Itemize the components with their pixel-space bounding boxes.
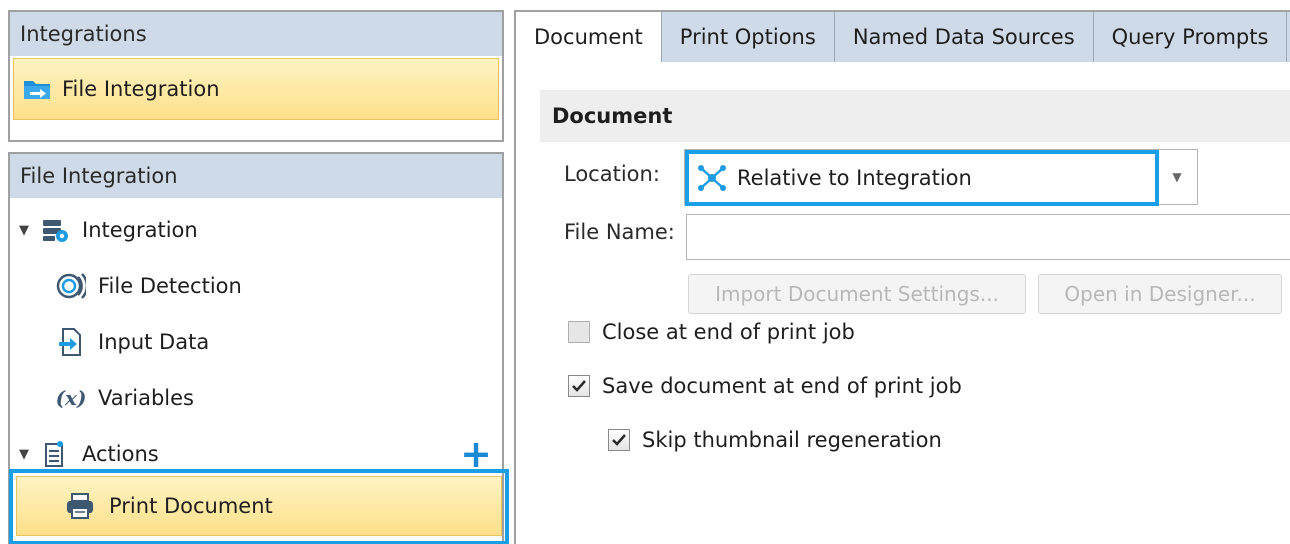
tree-header: File Integration <box>10 154 502 198</box>
tab-print-options[interactable]: Print Options <box>662 12 835 62</box>
section-title: Document <box>540 90 1290 142</box>
integrations-panel: Integrations File Integration <box>8 10 504 142</box>
tab-query-prompts[interactable]: Query Prompts <box>1094 12 1288 62</box>
tree-item-label: Input Data <box>98 330 210 354</box>
tree-item-variables[interactable]: (x) Variables <box>10 370 194 426</box>
checkbox-label: Save document at end of print job <box>602 374 962 398</box>
properties-panel: Document Print Options Named Data Source… <box>514 10 1290 544</box>
file-integration-tree: File Integration ▼ Integration File Dete… <box>8 152 509 544</box>
close-at-end-checkbox-row[interactable]: Close at end of print job <box>568 320 855 344</box>
tree-item-label: Actions <box>82 442 159 466</box>
skip-thumbnail-checkbox[interactable] <box>608 429 630 451</box>
tree-item-integration[interactable]: ▼ Integration <box>10 202 198 258</box>
close-at-end-checkbox[interactable] <box>568 321 590 343</box>
integrations-header: Integrations <box>10 12 502 56</box>
caret-down-icon[interactable]: ▼ <box>10 223 38 238</box>
location-value-text: Relative to Integration <box>737 166 972 190</box>
tab-strip: Document Print Options Named Data Source… <box>516 12 1290 62</box>
import-document-settings-button[interactable]: Import Document Settings... <box>688 274 1026 314</box>
dropdown-arrow-icon[interactable]: ▼ <box>1157 150 1197 204</box>
checkmark-icon <box>572 380 586 392</box>
save-document-checkbox-row[interactable]: Save document at end of print job <box>568 374 962 398</box>
input-data-icon <box>54 327 88 357</box>
tree-item-input-data[interactable]: Input Data <box>10 314 209 370</box>
open-in-designer-button[interactable]: Open in Designer... <box>1038 274 1282 314</box>
tab-document[interactable]: Document <box>516 12 662 62</box>
filename-label: File Name: <box>564 220 675 244</box>
relative-nodes-icon <box>697 164 727 192</box>
skip-thumbnail-checkbox-row[interactable]: Skip thumbnail regeneration <box>608 428 942 452</box>
folder-arrow-icon <box>22 76 54 102</box>
checkbox-label: Skip thumbnail regeneration <box>642 428 942 452</box>
location-label: Location: <box>564 162 660 186</box>
file-detection-icon <box>54 271 88 301</box>
tree-item-print-document[interactable]: Print Document <box>9 469 509 544</box>
location-combobox[interactable]: Relative to Integration ▼ <box>684 149 1198 206</box>
caret-down-icon[interactable]: ▼ <box>10 447 38 462</box>
checkbox-label: Close at end of print job <box>602 320 855 344</box>
location-value[interactable]: Relative to Integration <box>685 150 1159 206</box>
save-document-checkbox[interactable] <box>568 375 590 397</box>
tab-named-data-sources[interactable]: Named Data Sources <box>835 12 1094 62</box>
integration-icon <box>38 215 72 245</box>
actions-icon <box>38 439 72 469</box>
tree-item-label: Variables <box>98 386 194 410</box>
tree-item-file-detection[interactable]: File Detection <box>10 258 242 314</box>
tree-item-label: Print Document <box>109 494 273 518</box>
tree-item-label: Integration <box>82 218 198 242</box>
integration-item-label: File Integration <box>62 77 220 101</box>
variables-icon: (x) <box>55 386 87 410</box>
integration-item-file-integration[interactable]: File Integration <box>13 58 499 120</box>
selected-highlight: Print Document <box>16 476 502 536</box>
checkmark-icon <box>612 434 626 446</box>
printer-icon <box>65 492 95 520</box>
filename-input[interactable] <box>686 214 1290 260</box>
tree-item-label: File Detection <box>98 274 242 298</box>
